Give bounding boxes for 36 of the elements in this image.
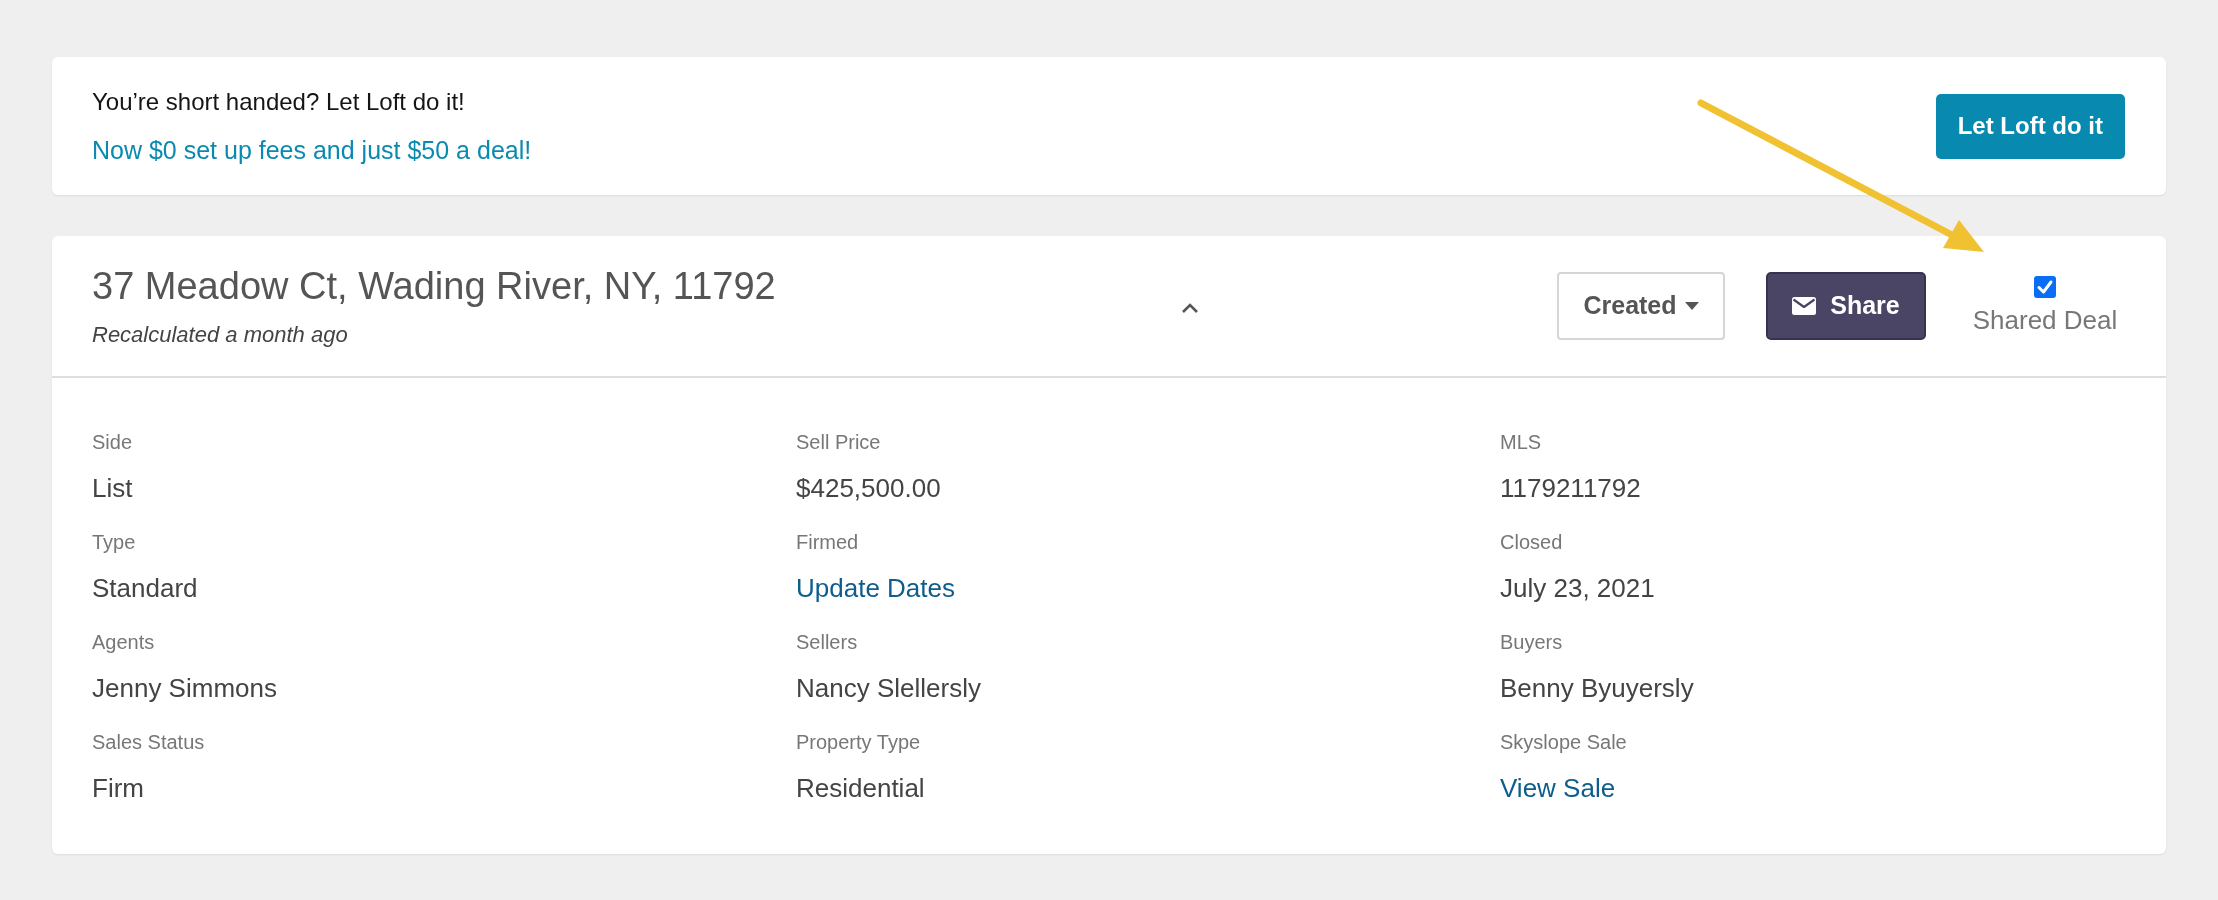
field-label: Property Type [796, 730, 921, 755]
field-value: Nancy Slellersly [796, 672, 981, 705]
field-label: Firmed [796, 530, 859, 555]
deal-address: 37 Meadow Ct, Wading River, NY, 11792 [92, 264, 776, 309]
field-label: MLS [1500, 430, 1542, 455]
field-label: Skyslope Sale [1500, 730, 1627, 755]
caret-down-icon [1684, 302, 1699, 310]
field-value: July 23, 2021 [1500, 572, 1655, 605]
field-label: Type [92, 530, 136, 555]
field-value: Benny Byuyersly [1500, 672, 1694, 705]
checkbox[interactable] [2034, 276, 2056, 298]
field-label: Agents [92, 630, 155, 655]
let-loft-button[interactable]: Let Loft do it [1935, 93, 2125, 159]
field-value: Standard [92, 572, 198, 605]
field-value: Residential [796, 772, 925, 805]
chevron-up-icon[interactable] [1180, 302, 1200, 314]
promo-title: You’re short handed? Let Loft do it! [92, 87, 465, 117]
envelope-icon [1792, 297, 1817, 315]
field-link[interactable]: View Sale [1500, 770, 1616, 806]
field-value: $425,500.00 [796, 472, 941, 505]
recalculated-note: Recalculated a month ago [92, 321, 348, 349]
field-label: Sellers [796, 630, 858, 655]
field-label: Side [92, 430, 133, 455]
share-button[interactable]: Share [1766, 272, 1926, 340]
status-dropdown[interactable]: Created [1557, 272, 1725, 340]
field-label: Sales Status [92, 730, 205, 755]
field-value: Firm [92, 772, 144, 805]
shared-deal-label: Shared Deal [1972, 304, 2118, 336]
field-value: 1179211792 [1500, 472, 1641, 505]
field-label: Buyers [1500, 630, 1563, 655]
field-label: Sell Price [796, 430, 881, 455]
promo-subtitle: Now $0 set up fees and just $50 a deal! [92, 135, 532, 166]
field-label: Closed [1500, 530, 1563, 555]
field-link[interactable]: Update Dates [796, 570, 955, 606]
field-value: List [92, 472, 133, 505]
field-value: Jenny Simmons [92, 672, 277, 705]
